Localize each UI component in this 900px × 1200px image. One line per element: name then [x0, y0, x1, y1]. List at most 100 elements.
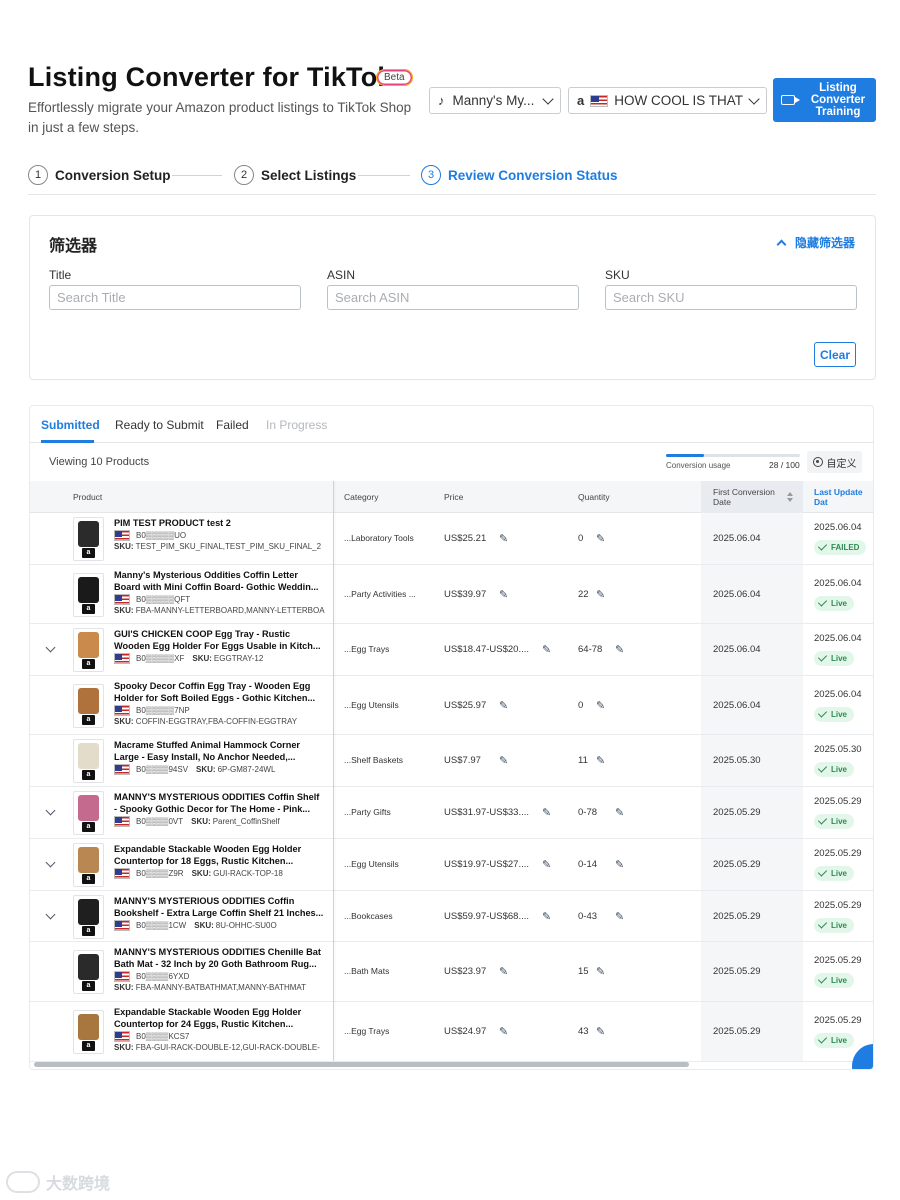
edit-price-pencil-icon[interactable]: ✎	[542, 643, 551, 656]
header-product: Product	[73, 492, 103, 502]
edit-quantity-pencil-icon[interactable]: ✎	[615, 806, 624, 819]
first-conversion-date-cell: 2025.06.04	[713, 533, 761, 544]
tab-ready-to-submit[interactable]: Ready to Submit	[115, 418, 204, 432]
clear-button[interactable]: Clear	[814, 342, 856, 367]
header-category: Category	[344, 492, 379, 502]
edit-quantity-pencil-icon[interactable]: ✎	[596, 699, 605, 712]
step-select-listings[interactable]: 2 Select Listings	[234, 165, 356, 185]
edit-price-pencil-icon[interactable]: ✎	[542, 858, 551, 871]
product-title[interactable]: GUI'S CHICKEN COOP Egg Tray - Rustic Woo…	[114, 629, 324, 652]
product-image	[78, 847, 99, 873]
table-row[interactable]: a MANNY'S MYSTERIOUS ODDITIES Chenille B…	[30, 942, 873, 1002]
product-asin-line: B0▒▒▒▒▒UO	[114, 530, 326, 541]
edit-quantity-pencil-icon[interactable]: ✎	[596, 754, 605, 767]
edit-price-pencil-icon[interactable]: ✎	[542, 806, 551, 819]
table-row[interactable]: a Spooky Decor Coffin Egg Tray - Wooden …	[30, 676, 873, 735]
hide-filter-toggle[interactable]: 隐藏筛选器	[776, 234, 855, 251]
price-cell: US$25.21	[444, 533, 487, 544]
edit-quantity-pencil-icon[interactable]: ✎	[596, 1025, 605, 1038]
expand-row-chevron-icon[interactable]	[45, 909, 56, 920]
conversion-status-badge: Live	[814, 918, 855, 933]
table-row[interactable]: a Macrame Stuffed Animal Hammock Corner …	[30, 735, 873, 787]
product-title[interactable]: PIM TEST PRODUCT test 2	[114, 518, 324, 530]
edit-price-pencil-icon[interactable]: ✎	[499, 1025, 508, 1038]
edit-quantity-pencil-icon[interactable]: ✎	[615, 643, 624, 656]
header-first-conversion-date[interactable]: First Conversion Date	[701, 481, 803, 513]
table-row[interactable]: a MANNY'S MYSTERIOUS ODDITIES Coffin She…	[30, 787, 873, 839]
step-conversion-setup[interactable]: 1 Conversion Setup	[28, 165, 171, 185]
amazon-logo-icon: a	[82, 1041, 95, 1051]
table-row[interactable]: a Manny's Mysterious Oddities Coffin Let…	[30, 565, 873, 624]
product-title[interactable]: MANNY'S MYSTERIOUS ODDITIES Coffin Shelf…	[114, 792, 324, 815]
sku-prefix: SKU:	[196, 765, 216, 774]
table-row[interactable]: a Expandable Stackable Wooden Egg Holder…	[30, 1002, 873, 1062]
category-cell: ...Laboratory Tools	[344, 533, 414, 543]
category-cell: ...Egg Utensils	[344, 700, 399, 710]
expand-row-chevron-icon[interactable]	[45, 857, 56, 868]
tiktok-shop-value: Manny's My...	[452, 93, 535, 108]
category-cell: ...Party Activities ...	[344, 589, 416, 599]
title-search-input[interactable]	[49, 285, 301, 310]
product-title[interactable]: Macrame Stuffed Animal Hammock Corner La…	[114, 740, 324, 763]
product-title[interactable]: Manny's Mysterious Oddities Coffin Lette…	[114, 570, 324, 593]
expand-row-chevron-icon[interactable]	[45, 805, 56, 816]
customize-columns-button[interactable]: 自定义	[807, 451, 862, 473]
product-image	[78, 577, 99, 603]
edit-price-pencil-icon[interactable]: ✎	[542, 910, 551, 923]
product-title[interactable]: Expandable Stackable Wooden Egg Holder C…	[114, 1007, 324, 1030]
product-title[interactable]: Expandable Stackable Wooden Egg Holder C…	[114, 844, 324, 867]
tiktok-shop-select[interactable]: ♪ Manny's My...	[429, 87, 561, 114]
edit-quantity-pencil-icon[interactable]: ✎	[596, 588, 605, 601]
step-review-conversion-status[interactable]: 3 Review Conversion Status	[421, 165, 618, 185]
category-cell: ...Bath Mats	[344, 966, 390, 976]
product-asin-line: B0▒▒▒▒KCS7	[114, 1031, 326, 1042]
product-title[interactable]: MANNY'S MYSTERIOUS ODDITIES Chenille Bat…	[114, 947, 324, 970]
product-title[interactable]: MANNY'S MYSTERIOUS ODDITIES Coffin Books…	[114, 896, 324, 919]
expand-row-chevron-icon[interactable]	[45, 642, 56, 653]
product-sku: 6P-GM87-24WL	[217, 765, 276, 774]
first-conversion-date-cell: 2025.05.30	[713, 755, 761, 766]
product-thumbnail: a	[73, 684, 104, 728]
customize-label: 自定义	[826, 458, 857, 470]
last-update-date-cell: 2025.06.04	[814, 578, 862, 589]
check-icon	[817, 919, 828, 929]
edit-quantity-pencil-icon[interactable]: ✎	[615, 858, 624, 871]
status-label: Live	[831, 921, 848, 930]
chevron-down-icon	[748, 92, 760, 105]
product-title[interactable]: Spooky Decor Coffin Egg Tray - Wooden Eg…	[114, 681, 324, 704]
edit-price-pencil-icon[interactable]: ✎	[499, 532, 508, 545]
table-row[interactable]: a MANNY'S MYSTERIOUS ODDITIES Coffin Boo…	[30, 891, 873, 942]
horizontal-scrollbar[interactable]	[34, 1062, 689, 1067]
edit-quantity-pencil-icon[interactable]: ✎	[615, 910, 624, 923]
conversion-usage-count: 28 / 100	[769, 460, 800, 470]
edit-quantity-pencil-icon[interactable]: ✎	[596, 532, 605, 545]
table-row[interactable]: a GUI'S CHICKEN COOP Egg Tray - Rustic W…	[30, 624, 873, 676]
sku-search-input[interactable]	[605, 285, 857, 310]
tab-in-progress[interactable]: In Progress	[266, 418, 327, 432]
edit-price-pencil-icon[interactable]: ✎	[499, 754, 508, 767]
training-button[interactable]: Listing Converter Training	[773, 78, 876, 122]
product-image	[78, 521, 99, 547]
tab-submitted[interactable]: Submitted	[41, 418, 100, 432]
asin-search-input[interactable]	[327, 285, 579, 310]
product-asin-line: B0▒▒▒▒▒7NP	[114, 705, 326, 716]
sku-prefix: SKU:	[192, 654, 212, 663]
chevron-up-icon	[776, 239, 787, 250]
us-flag-icon	[114, 971, 130, 982]
edit-price-pencil-icon[interactable]: ✎	[499, 588, 508, 601]
edit-price-pencil-icon[interactable]: ✎	[499, 965, 508, 978]
edit-quantity-pencil-icon[interactable]: ✎	[596, 965, 605, 978]
conversion-usage-bar	[666, 454, 800, 457]
conversion-status-badge: Live	[814, 814, 855, 829]
tab-failed[interactable]: Failed	[216, 418, 249, 432]
table-row[interactable]: a Expandable Stackable Wooden Egg Holder…	[30, 839, 873, 891]
us-flag-icon	[114, 530, 130, 541]
header-last-update-date[interactable]: Last Update Dat	[814, 481, 873, 513]
amazon-store-select[interactable]: a HOW COOL IS THAT	[568, 87, 767, 114]
table-row[interactable]: a PIM TEST PRODUCT test 2 B0▒▒▒▒▒UO SKU: …	[30, 513, 873, 565]
header-quantity: Quantity	[578, 492, 610, 502]
watermark: 大数跨境	[6, 1170, 110, 1194]
edit-price-pencil-icon[interactable]: ✎	[499, 699, 508, 712]
step-label: Select Listings	[261, 167, 357, 183]
category-cell: ...Party Gifts	[344, 807, 391, 817]
